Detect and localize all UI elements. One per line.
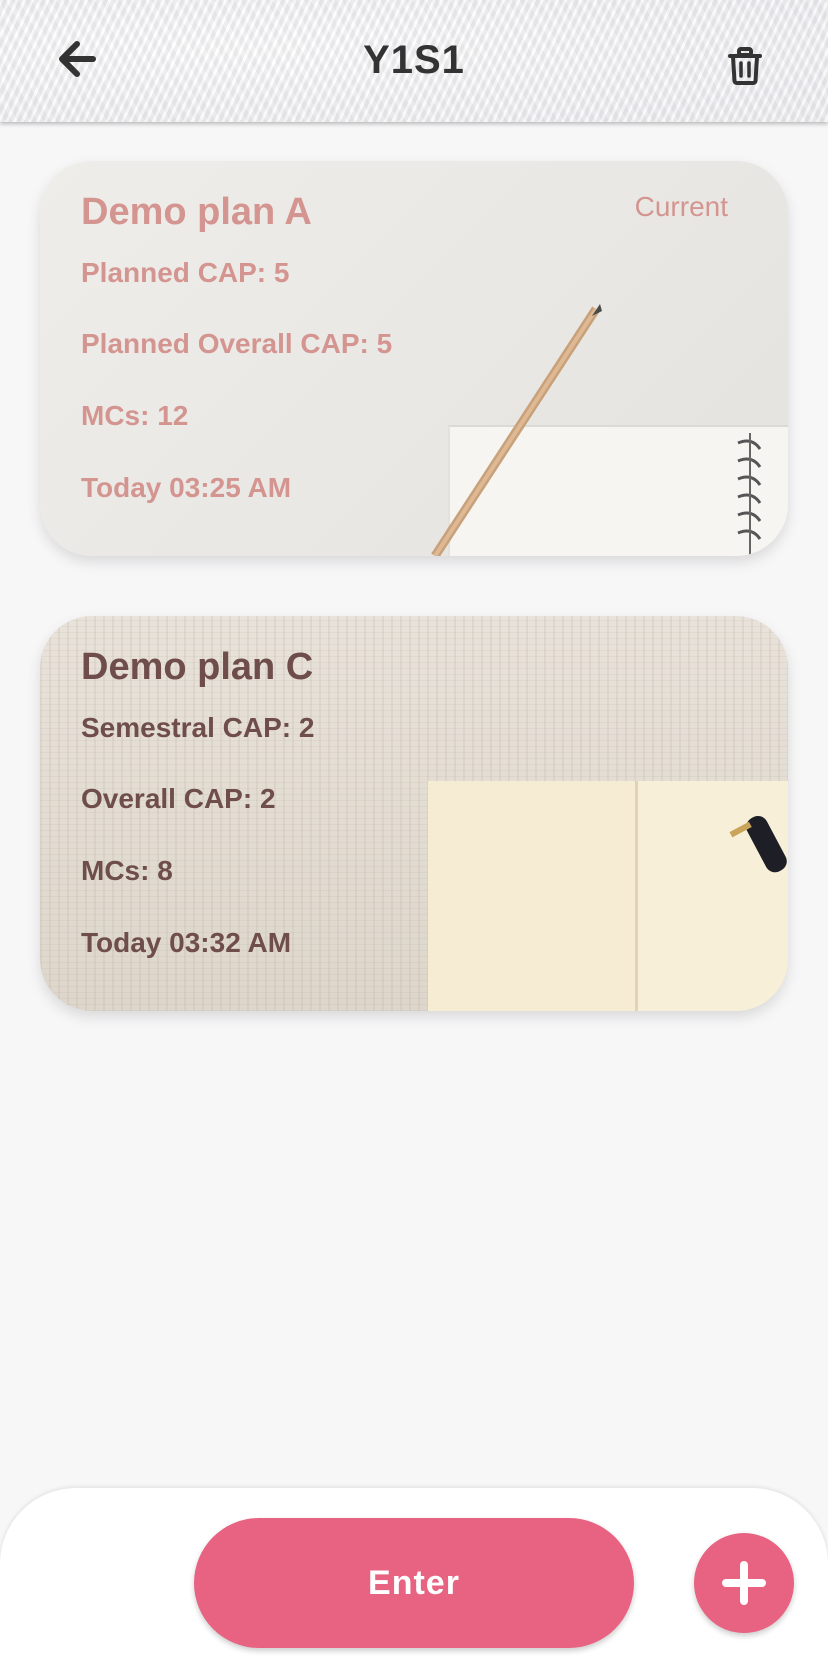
plan-name: Demo plan A [81, 191, 312, 233]
plan-stat-cap: Planned CAP: 5 [81, 257, 290, 288]
plan-stat-timestamp: Today 03:32 AM [81, 927, 292, 958]
page-title: Y1S1 [363, 38, 465, 82]
plan-stat-cap: Semestral CAP: 2 [81, 712, 315, 743]
app-bar: Y1S1 [0, 0, 828, 122]
plan-stat-overall-cap: Overall CAP: 2 [81, 783, 276, 814]
add-plan-button[interactable] [694, 1533, 794, 1633]
plan-stat-mcs: MCs: 8 [81, 855, 173, 886]
current-badge: Current [634, 191, 728, 222]
plan-stat-overall-cap: Planned Overall CAP: 5 [81, 328, 393, 359]
app-screen: Y1S1 Demo plan A Current Planned CAP: 5 … [0, 0, 828, 1679]
enter-button[interactable]: Enter [194, 1518, 634, 1648]
plan-card-c[interactable]: Demo plan C Semestral CAP: 2 Overall CAP… [40, 616, 788, 1011]
trash-icon [728, 47, 762, 85]
plan-name: Demo plan C [81, 646, 314, 688]
plus-icon [722, 1561, 766, 1605]
plan-stat-timestamp: Today 03:25 AM [81, 472, 292, 503]
plan-stat-mcs: MCs: 12 [81, 400, 189, 431]
plan-card-a[interactable]: Demo plan A Current Planned CAP: 5 Plann… [40, 161, 788, 556]
delete-button[interactable] [722, 42, 768, 90]
